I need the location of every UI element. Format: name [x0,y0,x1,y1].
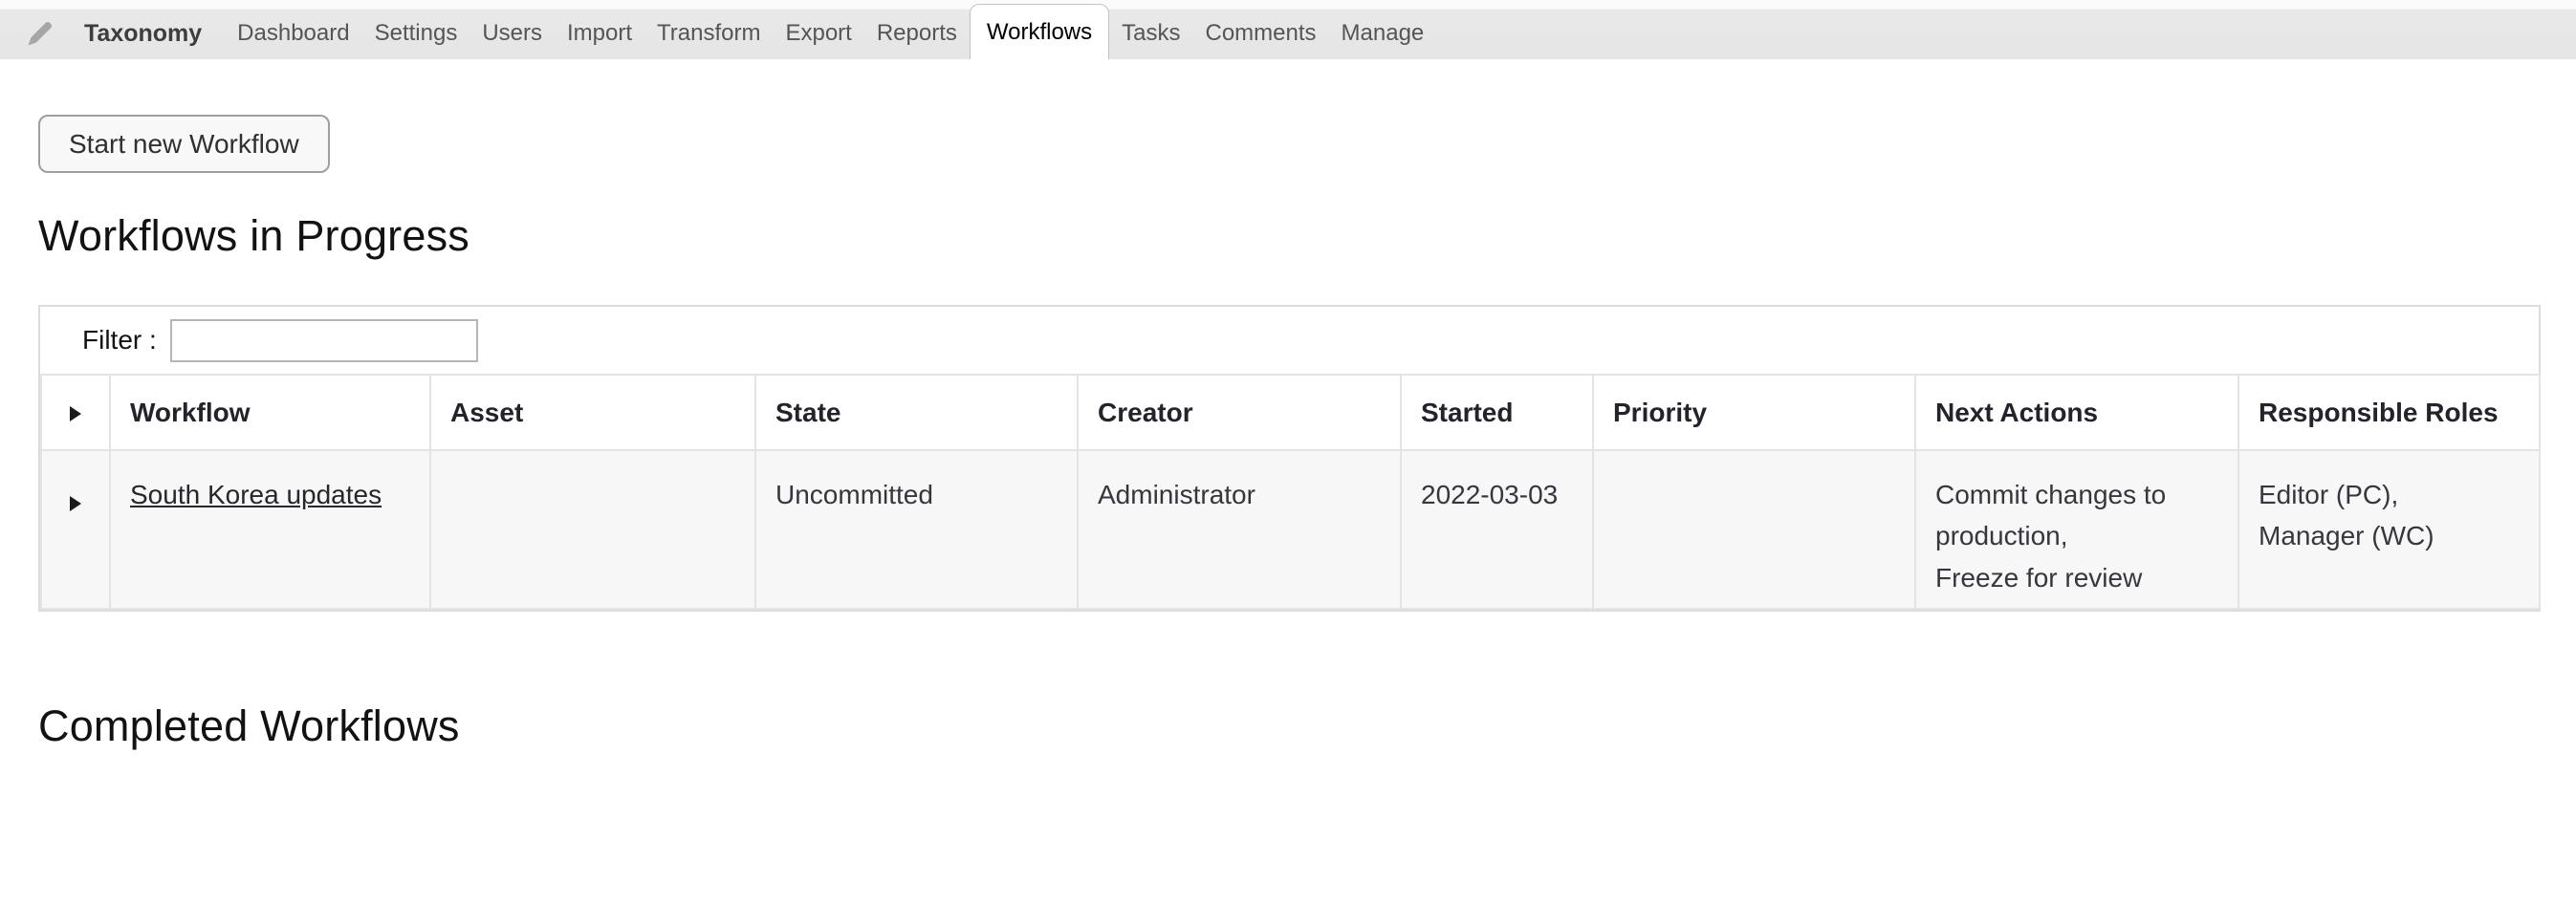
nav-item-import[interactable]: Import [555,8,644,59]
top-navigation: Taxonomy Dashboard Settings Users Import… [0,0,2576,59]
cell-workflow: South Korea updates [110,450,430,609]
workflow-link[interactable]: South Korea updates [130,480,382,509]
page: Taxonomy Dashboard Settings Users Import… [0,0,2576,751]
column-header-state: State [755,375,1078,450]
nav-item-export[interactable]: Export [773,8,863,59]
filter-input[interactable] [170,319,478,362]
cell-state: Uncommitted [755,450,1078,609]
pencil-edit-icon[interactable] [21,14,59,53]
cell-started: 2022-03-03 [1401,450,1593,609]
table-row: South Korea updates Uncommitted Administ… [41,450,2540,609]
workflows-in-progress-title: Workflows in Progress [38,211,2576,261]
column-header-responsible-roles: Responsible Roles [2238,375,2540,450]
cell-asset [430,450,755,609]
workflows-page: Start new Workflow Workflows in Progress… [0,59,2576,751]
filter-bar: Filter : [40,307,2539,374]
column-header-priority: Priority [1593,375,1915,450]
column-header-next-actions: Next Actions [1915,375,2238,450]
cell-priority [1593,450,1915,609]
cell-next-actions: Commit changes to production, Freeze for… [1915,450,2238,609]
nav-item-manage[interactable]: Manage [1329,8,1437,59]
nav-item-users[interactable]: Users [469,8,555,59]
nav-item-comments[interactable]: Comments [1193,8,1329,59]
workflows-in-progress-table: Filter : Workflow Asset State Creator St… [38,305,2541,612]
nav-item-dashboard[interactable]: Dashboard [225,8,361,59]
nav-item-tasks[interactable]: Tasks [1109,8,1192,59]
cell-responsible-roles: Editor (PC), Manager (WC) [2238,450,2540,609]
column-header-workflow: Workflow [110,375,430,450]
expand-row-icon[interactable] [70,496,81,511]
column-header-started: Started [1401,375,1593,450]
expand-all-icon[interactable] [70,406,81,421]
nav-item-transform[interactable]: Transform [644,8,773,59]
cell-creator: Administrator [1078,450,1401,609]
completed-workflows-title: Completed Workflows [38,701,2576,751]
column-header-creator: Creator [1078,375,1401,450]
nav-item-settings[interactable]: Settings [362,8,470,59]
workflows-table: Workflow Asset State Creator Started Pri… [40,374,2541,610]
column-header-asset: Asset [430,375,755,450]
start-new-workflow-button[interactable]: Start new Workflow [38,115,330,173]
nav-item-workflows-active-tab[interactable]: Workflows [970,4,1109,59]
app-brand: Taxonomy [84,20,215,48]
nav-item-reports[interactable]: Reports [864,8,970,59]
filter-label: Filter : [82,325,157,356]
table-header-row: Workflow Asset State Creator Started Pri… [41,375,2540,450]
